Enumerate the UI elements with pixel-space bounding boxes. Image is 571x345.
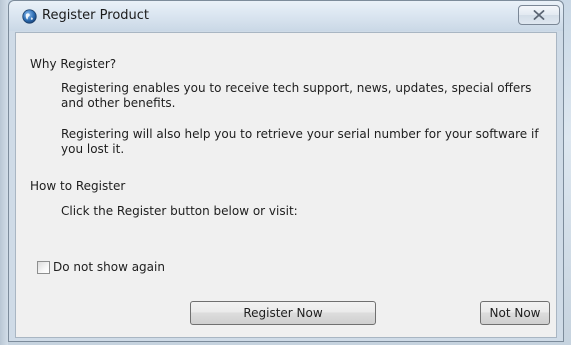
why-register-paragraph-1: Registering enables you to receive tech … [61, 81, 532, 110]
how-to-register-heading: How to Register [30, 179, 126, 193]
close-icon [533, 10, 545, 20]
title-bar[interactable]: Register Product [9, 1, 563, 31]
why-register-heading: Why Register? [30, 57, 117, 71]
why-register-paragraph-2: Registering will also help you to retrie… [61, 127, 539, 156]
close-button[interactable] [518, 5, 560, 25]
do-not-show-again-checkbox[interactable] [37, 260, 50, 274]
window-title: Register Product [42, 8, 150, 23]
register-now-button[interactable]: Register Now [190, 301, 376, 325]
not-now-button[interactable]: Not Now [480, 301, 550, 325]
dialog-content: Why Register? Registering enables you to… [15, 32, 557, 338]
globe-icon [22, 9, 37, 24]
register-product-dialog: Register Product Why Register? Registeri… [8, 0, 564, 342]
how-to-register-text: Click the Register button below or visit… [61, 204, 298, 218]
background-window-edge [0, 0, 8, 345]
do-not-show-again-label[interactable]: Do not show again [53, 260, 165, 274]
do-not-show-again-option[interactable]: Do not show again [37, 259, 165, 275]
